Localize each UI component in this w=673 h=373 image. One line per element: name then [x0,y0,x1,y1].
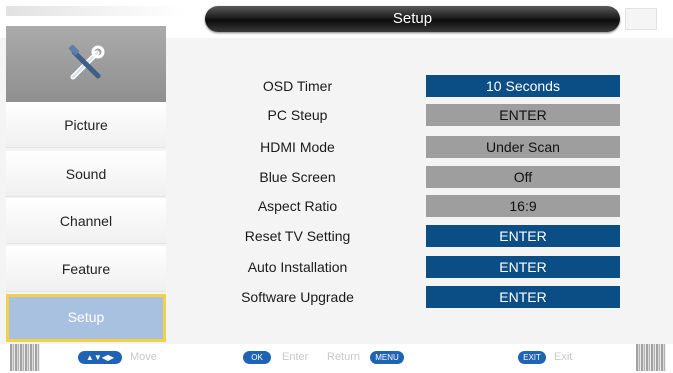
setting-value-aspect-ratio[interactable]: 16:9 [426,195,620,217]
setting-label: HDMI Mode [260,139,335,155]
brand-strip [6,6,186,16]
page-title: Setup [205,6,620,32]
exit-hint-label: Exit [554,351,573,363]
menu-item-sound[interactable]: Sound [6,151,166,197]
move-hint-label: Move [130,351,157,363]
menu-item-setup[interactable]: Setup [6,294,166,342]
left-barcode-graphic [10,344,40,371]
tv-setup-screen: Setup Picture Sound Channel Feature Setu… [0,0,673,373]
category-icon-tile [6,26,166,102]
setting-value-reset-tv-setting[interactable]: ENTER [426,225,620,247]
setting-value-software-upgrade[interactable]: ENTER [426,286,620,308]
setting-row-aspect-ratio[interactable]: Aspect Ratio 16:9 [170,195,673,217]
setting-label: PC Steup [267,107,328,123]
hint-bar: ▲▼◀▶ Move OK Enter Return MENU EXIT Exit [0,344,673,373]
setting-row-reset-tv-setting[interactable]: Reset TV Setting ENTER [170,225,673,247]
setting-value-hdmi-mode[interactable]: Under Scan [426,136,620,158]
return-hint-label: Return [327,351,361,363]
menu-key: MENU [370,351,404,364]
setting-label: OSD Timer [262,78,333,94]
nav-arrows-key: ▲▼◀▶ [78,351,122,364]
exit-key: EXIT [518,351,546,364]
setting-row-blue-screen[interactable]: Blue Screen Off [170,166,673,188]
settings-list: OSD Timer 10 Seconds PC Steup ENTER HDMI Mod… [170,70,673,320]
setting-row-software-upgrade[interactable]: Software Upgrade ENTER [170,286,673,308]
setting-row-auto-installation[interactable]: Auto Installation ENTER [170,256,673,278]
menu-item-picture[interactable]: Picture [6,102,166,148]
setting-row-pc-setup[interactable]: PC Steup ENTER [170,104,673,126]
setting-value-osd-timer[interactable]: 10 Seconds [426,75,620,97]
setting-label: Software Upgrade [241,289,354,305]
sidebar: Picture Sound Channel Feature Setup [0,26,170,344]
menu-item-channel[interactable]: Channel [6,198,166,244]
setting-value-auto-installation[interactable]: ENTER [426,256,620,278]
setting-row-osd-timer[interactable]: OSD Timer 10 Seconds [170,75,673,97]
ok-key: OK [243,351,271,364]
enter-hint-label: Enter [282,351,309,363]
setting-label: Blue Screen [259,169,336,185]
tools-icon [68,45,105,80]
right-barcode-graphic [636,344,666,371]
setting-value-pc-setup[interactable]: ENTER [426,104,620,126]
setting-row-hdmi-mode[interactable]: HDMI Mode Under Scan [170,136,673,158]
corner-logo [625,8,657,30]
setting-label: Aspect Ratio [257,198,338,214]
setting-value-blue-screen[interactable]: Off [426,166,620,188]
setting-label: Auto Installation [247,259,348,275]
menu-item-feature[interactable]: Feature [6,246,166,292]
setting-label: Reset TV Setting [244,228,351,244]
